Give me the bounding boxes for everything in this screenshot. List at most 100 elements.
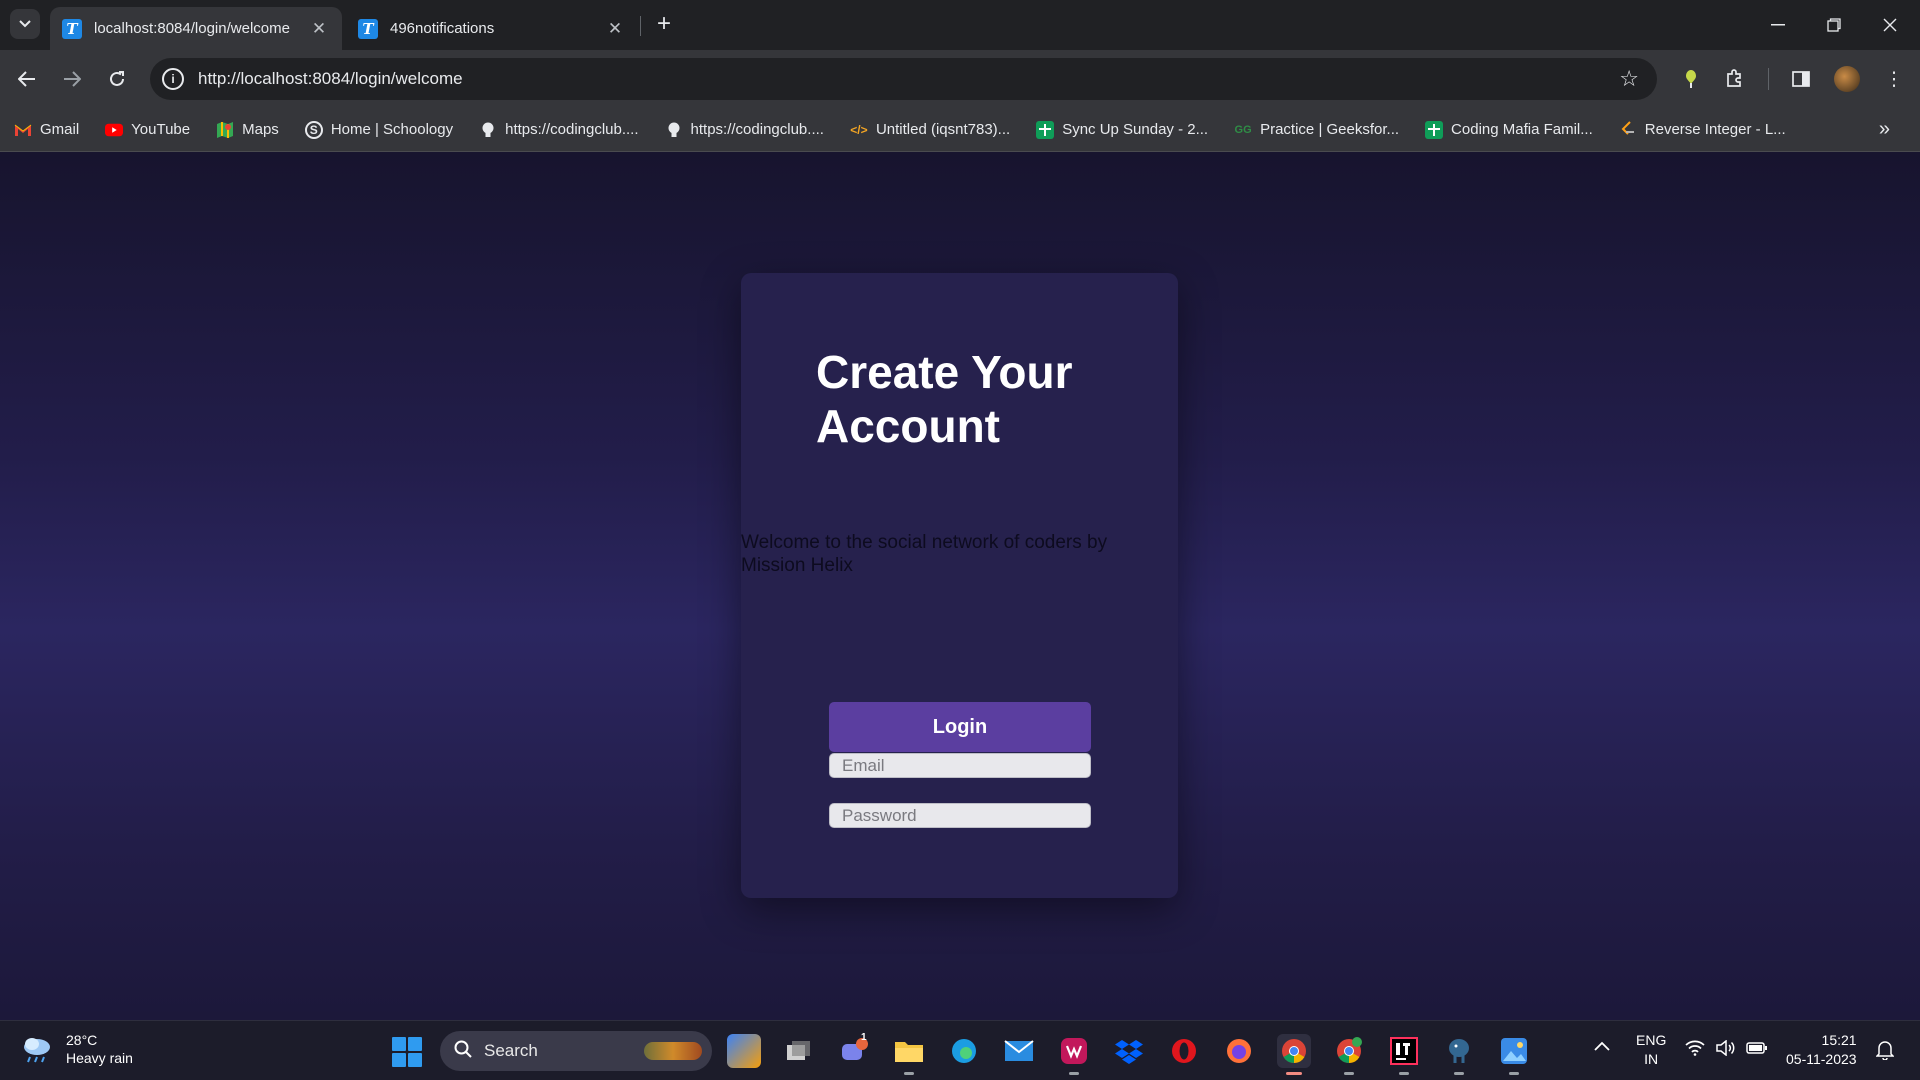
dropbox-icon[interactable] — [1112, 1034, 1146, 1068]
whatsapp-icon[interactable] — [1057, 1034, 1091, 1075]
bookmark-maps[interactable]: Maps — [216, 121, 279, 139]
bookmark-label: Home | Schoology — [330, 121, 454, 138]
bookmark-label: Maps — [242, 121, 279, 138]
bookmark-geeksforgeeks[interactable]: GG Practice | Geeksfor... — [1234, 121, 1400, 139]
clock[interactable]: 15:21 05-11-2023 — [1786, 1031, 1857, 1069]
profile-avatar[interactable] — [1834, 66, 1860, 92]
sheets-icon — [1425, 120, 1444, 139]
windows-start-icon[interactable] — [392, 1037, 422, 1067]
bookmark-coding-mafia[interactable]: Coding Mafia Famil... — [1425, 120, 1593, 139]
weather-widget[interactable]: 28°C Heavy rain — [20, 1031, 133, 1067]
welcome-text: Welcome to the social network of coders … — [741, 532, 1108, 576]
show-hidden-icons-chevron-icon[interactable] — [1594, 1038, 1610, 1054]
bookmarks-bar: Gmail YouTube Maps S Home | Schoology ht… — [0, 108, 1920, 152]
photos-icon[interactable] — [1497, 1034, 1531, 1075]
language-indicator[interactable]: ENG IN — [1636, 1031, 1666, 1069]
bookmark-label: Reverse Integer - L... — [1644, 121, 1786, 138]
close-tab-icon[interactable]: ✕ — [308, 18, 330, 40]
maps-icon — [216, 121, 234, 139]
bookmark-reverse-integer[interactable]: Reverse Integer - L... — [1619, 120, 1786, 139]
bookmark-label: Coding Mafia Famil... — [1451, 121, 1593, 138]
gfg-icon: GG — [1234, 123, 1252, 136]
back-arrow-icon[interactable] — [10, 62, 44, 96]
taskbar-search[interactable]: Search — [440, 1031, 712, 1071]
teams-badge: 1 — [861, 1032, 867, 1043]
tab-search-chevron-icon[interactable] — [10, 9, 40, 39]
chrome-profile-icon[interactable] — [1332, 1034, 1366, 1075]
extension-pin-icon[interactable] — [1677, 65, 1705, 93]
extensions-puzzle-icon[interactable] — [1721, 65, 1749, 93]
page-title: Create Your Account — [816, 346, 1073, 452]
more-menu-icon[interactable]: ⋮ — [1880, 65, 1908, 93]
signup-card: Create Your Account Welcome to the socia… — [741, 273, 1178, 898]
forward-arrow-icon[interactable] — [55, 62, 89, 96]
mail-icon[interactable] — [1002, 1034, 1036, 1068]
schoology-icon: S — [304, 120, 323, 139]
bookmarks-overflow-chevron-icon[interactable]: » — [1879, 118, 1890, 141]
tab-title: localhost:8084/login/welcome — [94, 20, 290, 37]
bookmark-codingclub-2[interactable]: https://codingclub.... — [665, 121, 824, 139]
bookmark-label: YouTube — [131, 121, 191, 138]
bookmark-label: https://codingclub.... — [505, 121, 639, 138]
bookmark-label: https://codingclub.... — [690, 121, 824, 138]
side-panel-icon[interactable] — [1787, 65, 1815, 93]
bookmark-label: Sync Up Sunday - 2... — [1062, 121, 1209, 138]
bookmark-sync-up-sunday[interactable]: Sync Up Sunday - 2... — [1036, 120, 1209, 139]
weather-desc: Heavy rain — [66, 1050, 133, 1066]
bookmark-youtube[interactable]: YouTube — [105, 121, 190, 139]
close-window-icon[interactable] — [1862, 0, 1918, 50]
teams-chat-icon[interactable]: 1 — [837, 1032, 871, 1068]
clock-date: 05-11-2023 — [1786, 1051, 1857, 1067]
leetcode-icon — [1619, 120, 1637, 139]
search-highlight-icon — [644, 1042, 702, 1060]
site-info-icon[interactable]: i — [162, 68, 184, 90]
tab-divider — [640, 16, 641, 36]
tab-inactive[interactable]: T 496notifications ✕ — [346, 7, 638, 50]
language-label: ENG — [1636, 1032, 1667, 1048]
bulb-icon — [479, 121, 497, 139]
bookmark-untitled[interactable]: </> Untitled (iqsnt783)... — [850, 121, 1010, 139]
copilot-icon[interactable] — [727, 1034, 761, 1068]
bookmark-gmail[interactable]: Gmail — [14, 121, 79, 139]
notification-bell-icon[interactable] — [1875, 1040, 1895, 1063]
bookmark-label: Untitled (iqsnt783)... — [875, 121, 1011, 138]
task-view-icon[interactable] — [782, 1034, 816, 1068]
browser-toolbar: i http://localhost:8084/login/welcome ☆ … — [0, 50, 1920, 108]
clock-time: 15:21 — [1821, 1032, 1857, 1048]
tab-favicon-icon: T — [358, 18, 378, 39]
opera-icon[interactable] — [1167, 1034, 1201, 1068]
new-tab-plus-icon[interactable]: + — [650, 10, 678, 38]
intellij-icon[interactable] — [1387, 1034, 1421, 1075]
page-viewport: Create Your Account Welcome to the socia… — [0, 152, 1920, 1020]
bookmark-codingclub-1[interactable]: https://codingclub.... — [479, 121, 639, 139]
firefox-icon[interactable] — [1222, 1034, 1256, 1068]
code-icon: </> — [850, 122, 868, 137]
toolbar-divider — [1768, 68, 1769, 90]
gmail-icon — [14, 121, 32, 139]
login-button[interactable]: Login — [829, 702, 1091, 752]
restore-icon[interactable] — [1806, 0, 1862, 50]
edge-browser-icon[interactable] — [947, 1034, 981, 1068]
minimize-icon[interactable] — [1750, 0, 1806, 50]
search-icon — [454, 1040, 472, 1063]
rain-cloud-icon — [20, 1035, 54, 1063]
tab-title: 496notifications — [390, 20, 495, 37]
tab-active[interactable]: T localhost:8084/login/welcome ✕ — [50, 7, 342, 50]
region-label: IN — [1644, 1051, 1659, 1067]
close-tab-icon[interactable]: ✕ — [604, 18, 626, 40]
chrome-icon[interactable] — [1277, 1034, 1311, 1075]
url-text[interactable]: http://localhost:8084/login/welcome — [198, 69, 1619, 89]
wifi-icon[interactable] — [1685, 1040, 1705, 1059]
battery-icon[interactable] — [1746, 1041, 1768, 1058]
taskbar: 28°C Heavy rain Search 1 ENG IN 15:21 05… — [0, 1020, 1920, 1080]
reload-icon[interactable] — [100, 62, 134, 96]
address-bar[interactable]: i http://localhost:8084/login/welcome ☆ — [150, 58, 1657, 100]
tab-favicon-icon: T — [62, 18, 82, 39]
postgresql-icon[interactable] — [1442, 1034, 1476, 1075]
bookmark-star-icon[interactable]: ☆ — [1619, 66, 1639, 92]
email-field[interactable] — [829, 753, 1091, 778]
volume-icon[interactable] — [1716, 1039, 1736, 1059]
bookmark-schoology[interactable]: S Home | Schoology — [304, 120, 454, 139]
password-field[interactable] — [829, 803, 1091, 828]
file-explorer-icon[interactable] — [892, 1034, 926, 1075]
